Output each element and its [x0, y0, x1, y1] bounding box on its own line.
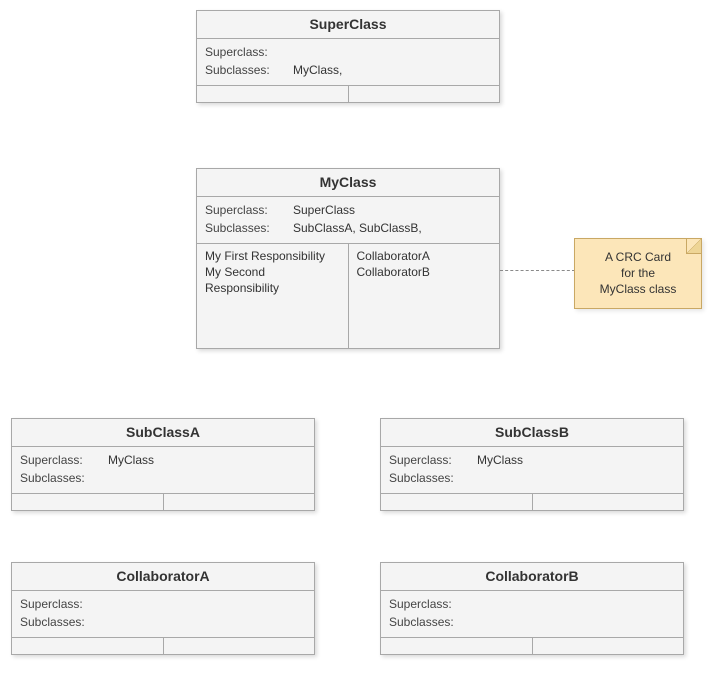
responsibilities: [12, 494, 164, 510]
responsibilities: [197, 86, 349, 102]
meta-value-super: [293, 45, 491, 59]
note-fold-icon: [686, 239, 701, 254]
resp-line: My Second: [205, 264, 340, 280]
meta-label-super: Superclass:: [205, 203, 293, 217]
card-title: SubClassA: [12, 419, 314, 447]
meta-label-super: Superclass:: [389, 453, 477, 467]
collaborators: [164, 494, 315, 510]
meta-label-super: Superclass:: [205, 45, 293, 59]
collab-line: CollaboratorB: [357, 264, 492, 280]
crc-card-subclassa: SubClassA Superclass:MyClass Subclasses:: [11, 418, 315, 511]
resp-line: Responsibility: [205, 280, 340, 296]
meta-value-subs: [108, 615, 306, 629]
card-meta: Superclass:MyClass Subclasses:: [12, 447, 314, 494]
card-body: [12, 638, 314, 654]
meta-value-subs: SubClassA, SubClassB,: [293, 221, 491, 235]
meta-value-super: SuperClass: [293, 203, 491, 217]
meta-value-subs: [477, 615, 675, 629]
crc-card-collaboratora: CollaboratorA Superclass: Subclasses:: [11, 562, 315, 655]
meta-value-super: MyClass: [108, 453, 306, 467]
card-meta: Superclass: Subclasses:MyClass,: [197, 39, 499, 86]
meta-value-super: [477, 597, 675, 611]
meta-label-subs: Subclasses:: [205, 63, 293, 77]
meta-label-subs: Subclasses:: [389, 471, 477, 485]
crc-card-superclass: SuperClass Superclass: Subclasses:MyClas…: [196, 10, 500, 103]
card-title: SubClassB: [381, 419, 683, 447]
note-line: for the: [583, 265, 693, 281]
responsibilities: My First Responsibility My Second Respon…: [197, 244, 349, 348]
meta-label-super: Superclass:: [389, 597, 477, 611]
card-body: My First Responsibility My Second Respon…: [197, 244, 499, 348]
responsibilities: [381, 494, 533, 510]
crc-diagram: SuperClass Superclass: Subclasses:MyClas…: [0, 0, 710, 673]
note-line: MyClass class: [583, 281, 693, 297]
note-connector: [500, 270, 575, 271]
meta-label-super: Superclass:: [20, 453, 108, 467]
crc-card-subclassb: SubClassB Superclass:MyClass Subclasses:: [380, 418, 684, 511]
collab-line: CollaboratorA: [357, 248, 492, 264]
meta-label-subs: Subclasses:: [20, 471, 108, 485]
meta-value-super: MyClass: [477, 453, 675, 467]
collaborators: [349, 86, 500, 102]
meta-value-subs: MyClass,: [293, 63, 491, 77]
card-title: CollaboratorA: [12, 563, 314, 591]
card-title: MyClass: [197, 169, 499, 197]
crc-card-collaboratorb: CollaboratorB Superclass: Subclasses:: [380, 562, 684, 655]
card-body: [12, 494, 314, 510]
sticky-note: A CRC Card for the MyClass class: [574, 238, 702, 309]
collaborators: [533, 638, 684, 654]
meta-label-subs: Subclasses:: [20, 615, 108, 629]
card-body: [381, 638, 683, 654]
card-body: [197, 86, 499, 102]
collaborators: CollaboratorA CollaboratorB: [349, 244, 500, 348]
card-meta: Superclass: Subclasses:: [12, 591, 314, 638]
card-meta: Superclass: Subclasses:: [381, 591, 683, 638]
collaborators: [533, 494, 684, 510]
card-meta: Superclass:MyClass Subclasses:: [381, 447, 683, 494]
card-title: SuperClass: [197, 11, 499, 39]
meta-value-super: [108, 597, 306, 611]
card-title: CollaboratorB: [381, 563, 683, 591]
responsibilities: [381, 638, 533, 654]
note-line: A CRC Card: [583, 249, 693, 265]
collaborators: [164, 638, 315, 654]
meta-value-subs: [477, 471, 675, 485]
crc-card-myclass: MyClass Superclass:SuperClass Subclasses…: [196, 168, 500, 349]
meta-label-subs: Subclasses:: [205, 221, 293, 235]
card-meta: Superclass:SuperClass Subclasses:SubClas…: [197, 197, 499, 244]
meta-value-subs: [108, 471, 306, 485]
meta-label-super: Superclass:: [20, 597, 108, 611]
meta-label-subs: Subclasses:: [389, 615, 477, 629]
card-body: [381, 494, 683, 510]
responsibilities: [12, 638, 164, 654]
resp-line: My First Responsibility: [205, 248, 340, 264]
